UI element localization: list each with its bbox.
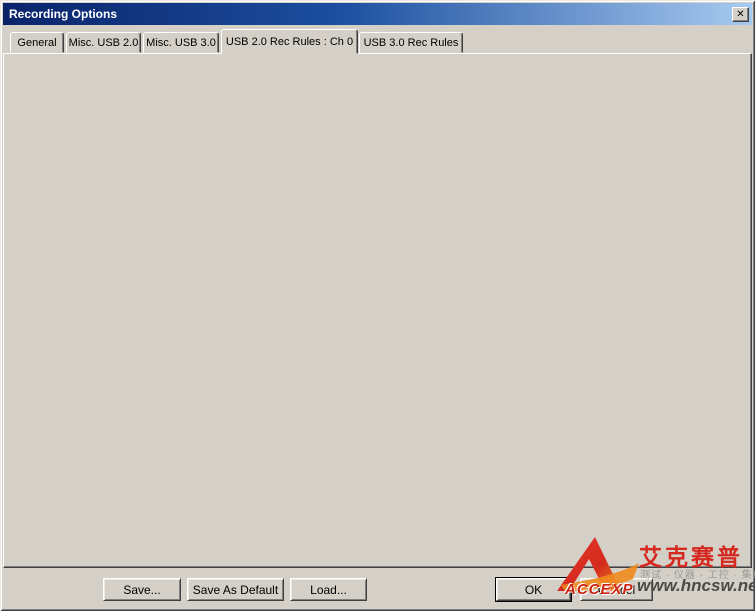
tab-misc-usb20[interactable]: Misc. USB 2.0 xyxy=(66,32,141,53)
tab-page xyxy=(3,53,752,568)
title-bar: Recording Options ✕ xyxy=(3,3,752,25)
watermark-slogan: 测试 · 仪器 · 工控 · 集成 xyxy=(640,566,755,581)
watermark-url: www.hncsw.net xyxy=(637,576,755,596)
tab-usb20-rec-rules[interactable]: USB 2.0 Rec Rules : Ch 0 xyxy=(221,29,358,54)
close-icon: ✕ xyxy=(736,9,744,20)
save-as-default-button[interactable]: Save As Default xyxy=(187,578,284,601)
load-button[interactable]: Load... xyxy=(290,578,367,601)
tab-misc-usb30[interactable]: Misc. USB 3.0 xyxy=(143,32,219,53)
window-title: Recording Options xyxy=(9,7,732,21)
cancel-button[interactable]: Cancel xyxy=(580,578,653,601)
tab-usb30-rec-rules[interactable]: USB 3.0 Rec Rules xyxy=(359,32,463,53)
close-button[interactable]: ✕ xyxy=(732,7,749,22)
save-button[interactable]: Save... xyxy=(103,578,181,601)
recording-options-dialog: Recording Options ✕ General Misc. USB 2.… xyxy=(0,0,755,611)
tab-general[interactable]: General xyxy=(10,32,64,53)
ok-button[interactable]: OK xyxy=(496,578,571,601)
